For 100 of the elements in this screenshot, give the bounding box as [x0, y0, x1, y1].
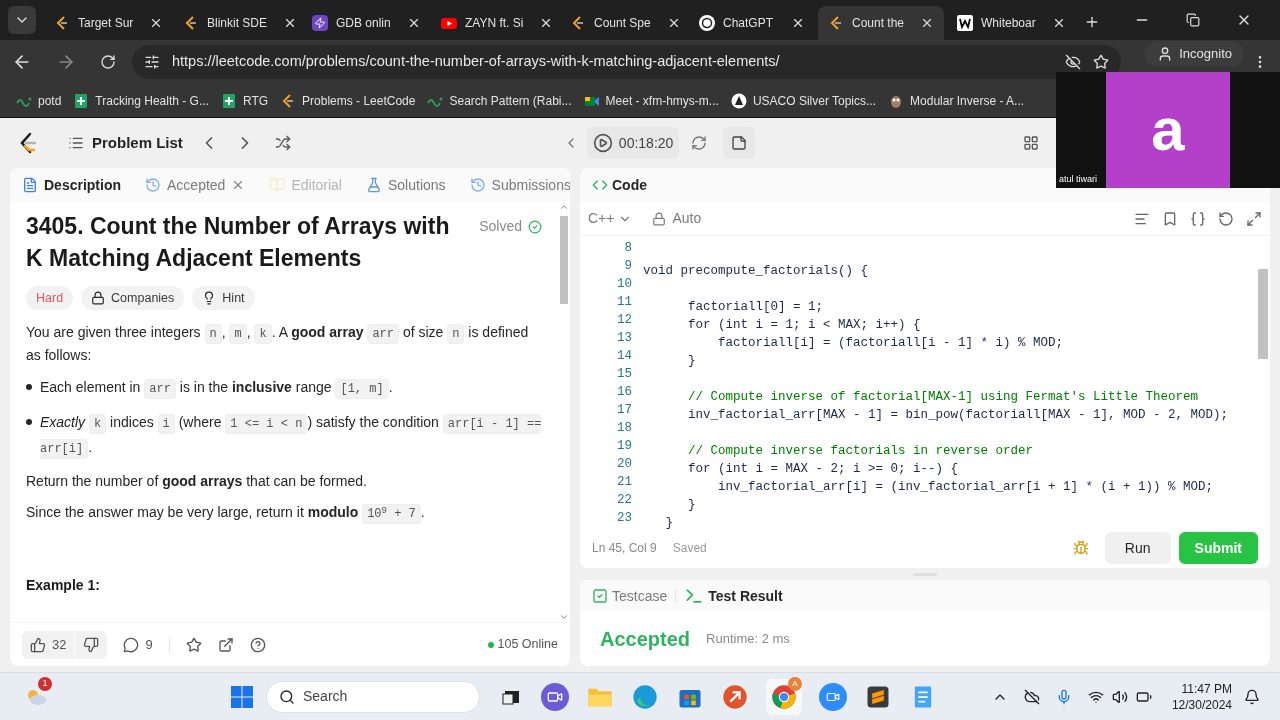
tab-title: ChatGPT: [723, 15, 773, 32]
profile-badge: A: [788, 676, 802, 691]
bookmark-item[interactable]: Search Pattern (Rabi...: [423, 86, 576, 115]
tag-button[interactable]: Hint: [192, 286, 255, 310]
tab-title: Blinkit SDE: [207, 15, 268, 32]
bookmark-item[interactable]: Meet - xfm-hmys-m...: [579, 86, 723, 115]
tab-title: Count the: [852, 15, 905, 32]
play-icon: [441, 15, 457, 31]
problem-list-button[interactable]: Problem List: [68, 131, 183, 155]
expand-icon[interactable]: [1246, 210, 1262, 227]
restore-icon[interactable]: [1186, 13, 1200, 27]
notes-button[interactable]: [723, 127, 756, 159]
problem-title: 3405. Count the Number of Arrays with K Matching Adjacent Elements: [26, 212, 451, 273]
browser-tab[interactable]: ChatGPT: [689, 6, 815, 40]
bookmark-item[interactable]: RTG: [216, 86, 273, 115]
bookmark-item[interactable]: Tracking Health - G...: [69, 86, 213, 115]
panel-tab[interactable]: Solutions: [366, 174, 446, 196]
bookmark-item[interactable]: Modular Inverse - A...: [884, 86, 1029, 115]
profile-chip[interactable]: Incognito: [1145, 41, 1244, 67]
bullet-text: Exactly k indices i (where 1 <= i < n ) satisfy the condition arr[i - 1] == arr[i] .: [40, 411, 542, 461]
line-number: 19: [617, 438, 632, 455]
windows-logo-icon[interactable]: [230, 684, 254, 709]
verdict: Accepted: [600, 627, 691, 652]
chat-app-icon[interactable]: [541, 682, 569, 711]
browser-tab[interactable]: GDB onlin: [302, 6, 428, 40]
bookmark-star-icon[interactable]: [1093, 54, 1110, 70]
bookmark-item[interactable]: potd: [12, 86, 66, 115]
code-line: void precompute_factorials() {: [643, 264, 869, 278]
bookmark-icon[interactable]: [1162, 210, 1178, 227]
code-line: factoriall[0] = 1;: [687, 300, 824, 314]
clock[interactable]: 11:47 PM 12/30/2024: [1171, 680, 1232, 713]
panel-tab[interactable]: Test Result: [684, 585, 783, 607]
timer-button[interactable]: 00:18:20: [586, 127, 680, 159]
run-button[interactable]: Run: [1104, 532, 1171, 564]
browser-tab[interactable]: Whiteboar: [947, 6, 1073, 40]
thumbs-up-icon: [30, 636, 46, 653]
volume-icon[interactable]: [1111, 688, 1128, 705]
url-text: https://leetcode.com/problems/count-the-number-of-arrays-with-k-matching-adjacent-elements/: [172, 52, 780, 72]
line-number: 8: [624, 240, 632, 257]
book-icon: [269, 177, 286, 193]
cloud-off-icon[interactable]: [1023, 688, 1040, 705]
code-icon: [592, 177, 608, 193]
browser-tab[interactable]: ZAYN ft. Si: [431, 6, 557, 40]
notifications-icon[interactable]: [1244, 688, 1260, 705]
language-select[interactable]: C++: [588, 208, 633, 229]
browser-tab[interactable]: Target Sur: [44, 6, 170, 40]
new-tab-icon[interactable]: [1084, 14, 1100, 30]
notification-badge: 1: [38, 676, 52, 691]
code-line: for (int i = 1; i < MAX; i++) {: [687, 318, 921, 332]
panel-tab[interactable]: Description: [22, 174, 121, 196]
line-number: 9: [624, 258, 632, 275]
tab-search-button[interactable]: [8, 6, 36, 34]
site-settings-icon[interactable]: [144, 54, 160, 70]
runtime-text: Runtime: 2 ms: [706, 630, 790, 649]
panel-tab[interactable]: Submissions: [469, 174, 570, 196]
taskbar-search-field[interactable]: Search: [266, 680, 480, 713]
help-icon[interactable]: [249, 636, 266, 653]
eye-off-icon[interactable]: [1065, 54, 1082, 70]
tab-title: Count Spe: [594, 15, 651, 32]
difficulty-tag: Hard: [26, 286, 74, 310]
panel-tab[interactable]: Testcase: [592, 585, 668, 607]
bookmark-item[interactable]: USACO Silver Topics...: [726, 86, 881, 115]
line-number: 15: [617, 366, 632, 383]
panel-tab[interactable]: Accepted: [145, 174, 246, 196]
tab-title: ZAYN ft. Si: [465, 15, 524, 32]
code-line: }: [664, 516, 673, 530]
layout-icon[interactable]: [1023, 135, 1040, 151]
line-number: 20: [617, 456, 632, 473]
tag-button[interactable]: Companies: [81, 286, 185, 310]
close-icon[interactable]: [791, 16, 805, 30]
line-number: 23: [617, 510, 632, 527]
comments-button[interactable]: 9: [123, 634, 153, 655]
video-app-icon[interactable]: [819, 682, 847, 711]
line-number: 21: [617, 474, 632, 491]
share-icon[interactable]: [217, 636, 234, 653]
braces-icon[interactable]: [1190, 210, 1206, 227]
shuffle-icon[interactable]: [274, 135, 291, 151]
scrollbar-thumb[interactable]: [560, 216, 568, 304]
logo-icon: [828, 15, 844, 31]
favorite-icon[interactable]: [185, 636, 202, 653]
code-line: }: [687, 498, 696, 512]
tab-title: Whiteboar: [981, 15, 1036, 32]
auto-mode-button[interactable]: Auto: [652, 208, 702, 229]
lock-icon: [91, 291, 106, 305]
line-number: 13: [617, 330, 632, 347]
scrollbar-thumb[interactable]: [1258, 269, 1268, 359]
browser-tab[interactable]: Count Spe: [560, 6, 686, 40]
undo-icon[interactable]: [1218, 210, 1234, 227]
reset-icon[interactable]: [691, 135, 708, 151]
bookmark-item[interactable]: Problems - LeetCode: [276, 86, 420, 115]
document-icon: [22, 177, 38, 193]
address-bar[interactable]: https://leetcode.com/problems/count-the-number-of-arrays-with-k-matching-adjacent-elements/: [132, 45, 1122, 79]
play-icon: [592, 133, 613, 153]
bolt-icon: [312, 15, 328, 31]
browser-tab[interactable]: Count the: [818, 6, 944, 40]
browser-tab[interactable]: Blinkit SDE: [173, 6, 299, 40]
reload-icon[interactable]: [100, 54, 116, 70]
line-number: 22: [617, 492, 632, 509]
thumbs-down-icon: [83, 636, 100, 653]
line-number: 17: [617, 402, 632, 419]
